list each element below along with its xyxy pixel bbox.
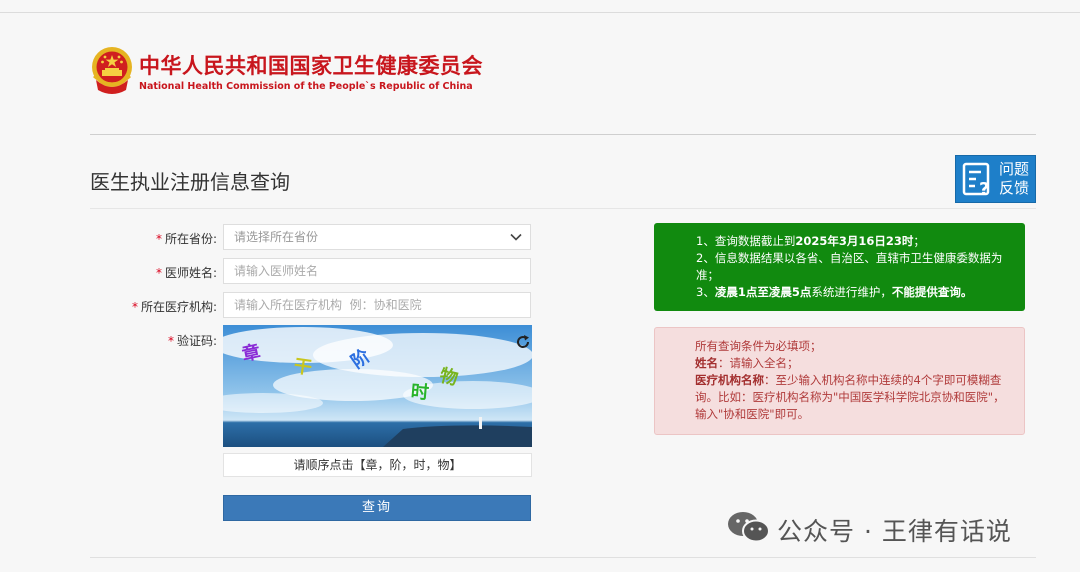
org-name-en: National Health Commission of the People… [139,81,473,92]
captcha-image[interactable] [223,325,532,447]
refresh-icon[interactable] [515,334,531,350]
notice-pink: 所有查询条件为必填项； 姓名：请输入全名； 医疗机构名称：至少输入机构名称中连续… [654,327,1025,435]
svg-text:?: ? [979,179,989,198]
cutoff-date: 2025年3月16日23时 [795,234,914,248]
top-divider [0,12,1080,13]
feedback-label-2: 反馈 [999,179,1030,197]
required-mark: * [155,266,162,280]
maintenance-time: 凌晨1点至凌晨5点 [714,285,812,299]
notice-pink-line-3: 医疗机构名称：至少输入机构名称中连续的4个字即可模糊查询。比如：医疗机构名称为"… [695,373,1005,421]
captcha-label: * 验证码: [168,332,217,349]
watermark-text: 公众号 · 王律有话说 [777,517,1012,546]
notice-line-2: 2、信息数据结果以各省、自治区、直辖市卫生健康委数据为准； [696,251,1003,282]
watermark: 公众号 · 王律有话说 [727,510,1011,546]
institution-input[interactable] [223,292,531,318]
captcha-hint: 请顺序点击【章，阶，时，物】 [223,453,532,477]
feedback-button[interactable]: ? 问题 反馈 [955,155,1036,203]
institution-label: * 所在医疗机构: [132,298,217,315]
page-title: 医生执业注册信息查询 [90,170,290,194]
province-label: * 所在省份: [156,230,217,247]
required-mark: * [155,232,162,246]
captcha-background [223,325,532,447]
notice-pink-line-1: 所有查询条件为必填项； [695,339,822,353]
captcha-label-text: 验证码: [176,334,217,348]
feedback-label-1: 问题 [999,160,1030,178]
doctor-name-input[interactable] [223,258,531,284]
notice-line-1: 1、查询数据截止到2025年3月16日23时； [696,234,925,248]
province-select[interactable]: 请选择所在省份 [223,224,531,250]
wechat-icon [728,512,770,543]
query-button[interactable]: 查询 [223,495,531,521]
header-divider [90,134,1036,135]
captcha-char[interactable]: 时 [410,377,430,404]
name-label-text: 医师姓名: [164,266,217,280]
institution-label-text: 所在医疗机构: [140,300,217,314]
feedback-icon: ? [962,162,989,198]
national-emblem-icon [92,47,132,94]
captcha-char[interactable]: 干 [292,352,313,380]
notice-pink-line-2: 姓名：请输入全名； [695,356,799,370]
notice-line-3: 3、凌晨1点至凌晨5点系统进行维护，不能提供查询。 [696,285,973,299]
required-mark: * [131,300,138,314]
name-label: * 医师姓名: [156,264,217,281]
province-label-text: 所在省份: [164,232,217,246]
notice-green: 1、查询数据截止到2025年3月16日23时； 2、信息数据结果以各省、自治区、… [654,223,1025,311]
province-placeholder: 请选择所在省份 [234,230,319,244]
title-divider [90,208,1036,209]
required-mark: * [167,334,174,348]
org-name-cn: 中华人民共和国国家卫生健康委员会 [139,54,483,78]
chevron-down-icon [510,233,522,241]
footer-divider [90,557,1036,558]
